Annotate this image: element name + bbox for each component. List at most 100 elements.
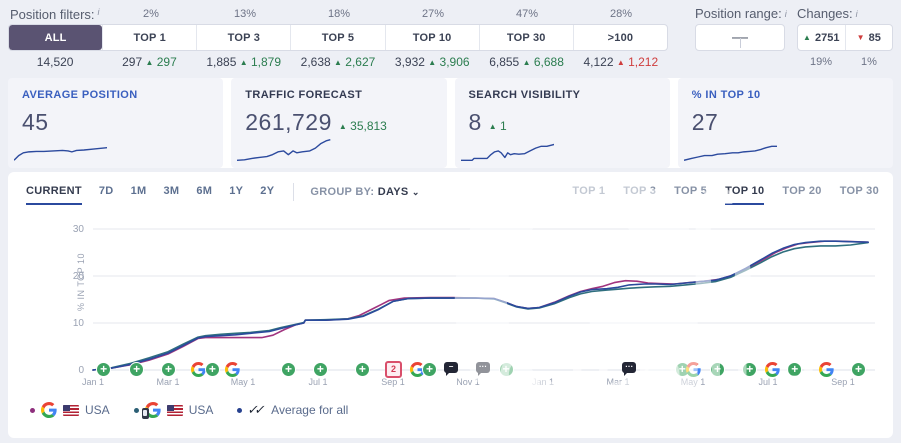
svg-text:Nov 1: Nov 1 xyxy=(456,377,480,387)
add-event-icon[interactable]: + xyxy=(499,362,514,377)
google-update-icon[interactable] xyxy=(191,362,206,377)
filter-count: 297 ▲ 297 xyxy=(102,55,196,69)
usa-flag-icon xyxy=(167,405,183,416)
filter-tab-100[interactable]: >100 xyxy=(573,25,667,50)
changes-percents: 19% 1% xyxy=(797,51,893,73)
google-update-icon[interactable] xyxy=(819,362,834,377)
filter-percent: 18% xyxy=(292,8,386,20)
legend-item-usa[interactable]: USA xyxy=(30,402,110,418)
position-range-input[interactable]: — xyxy=(695,24,785,51)
legend-dot xyxy=(134,408,139,413)
filter-tab-top30[interactable]: TOP 30 xyxy=(479,25,573,50)
group-by-dropdown[interactable]: GROUP BY: DAYS ⌄ xyxy=(310,186,419,204)
add-event-icon[interactable]: + xyxy=(313,362,328,377)
filter-tab-top10[interactable]: TOP 10 xyxy=(385,25,479,50)
position-filters-title: Position filters:i xyxy=(8,7,104,22)
group-by-label: GROUP BY: xyxy=(310,186,374,198)
filter-tab-top1[interactable]: TOP 1 xyxy=(102,25,196,50)
top-tab-top3[interactable]: TOP 3 xyxy=(623,185,656,205)
svg-text:Jan 1: Jan 1 xyxy=(82,377,104,387)
google-update-icon[interactable] xyxy=(686,362,701,377)
info-icon[interactable]: i xyxy=(98,7,100,17)
svg-text:May 1: May 1 xyxy=(231,377,256,387)
metric-cards-panel: AVERAGE POSITION45 TRAFFIC FORECAST 261,72… xyxy=(8,78,893,168)
add-event-icon[interactable]: + xyxy=(851,362,866,377)
top-tab-top20[interactable]: TOP 20 xyxy=(782,185,821,205)
metric-card-average-position[interactable]: AVERAGE POSITION45 xyxy=(8,78,223,168)
add-event-icon[interactable]: + xyxy=(96,362,111,377)
filter-percent: 28% xyxy=(574,8,668,20)
up-arrow-icon: ▲ xyxy=(803,33,811,42)
period-tab-current[interactable]: CURRENT xyxy=(26,185,82,205)
add-event-icon[interactable]: + xyxy=(205,362,220,377)
double-check-icon: ✓✓ xyxy=(247,402,264,418)
add-event-icon[interactable]: + xyxy=(742,362,757,377)
add-event-icon[interactable]: + xyxy=(787,362,802,377)
group-by-value: DAYS xyxy=(378,186,409,198)
top-tab-top5[interactable]: TOP 5 xyxy=(674,185,707,205)
metric-card--in-top-10[interactable]: % IN TOP 10 27 xyxy=(678,78,893,168)
card-value: 27 xyxy=(692,109,719,136)
down-arrow-icon: ▼ xyxy=(857,33,865,42)
chart-toolbar: CURRENT 7D 1M 3M 6M 1Y 2Y GROUP BY: DAYS ⌄ TOP… xyxy=(26,182,879,208)
period-tab-2y[interactable]: 2Y xyxy=(260,185,274,205)
series-line-usa-mobile xyxy=(93,243,868,370)
card-sparkline xyxy=(461,136,554,164)
metric-card-traffic-forecast[interactable]: TRAFFIC FORECAST261,729▲ 35,813 xyxy=(231,78,446,168)
svg-text:Mar 1: Mar 1 xyxy=(156,377,179,387)
card-title: % IN TOP 10 xyxy=(692,89,879,101)
legend-dot xyxy=(30,408,35,413)
series-line-average-for-all xyxy=(93,241,868,370)
period-tab-1y[interactable]: 1Y xyxy=(229,185,243,205)
changes-box: ▲ 2751 ▼ 85 xyxy=(797,24,893,51)
google-update-icon[interactable] xyxy=(765,362,780,377)
period-tab-6m[interactable]: 6M xyxy=(196,185,212,205)
legend-dot xyxy=(237,408,242,413)
series-line-usa-desktop xyxy=(93,241,868,370)
svg-text:Sep 1: Sep 1 xyxy=(381,377,405,387)
legend-item-usa[interactable]: USA xyxy=(134,402,214,418)
filter-tab-top5[interactable]: TOP 5 xyxy=(290,25,384,50)
add-event-icon[interactable]: + xyxy=(129,362,144,377)
card-delta: ▲ 1 xyxy=(489,119,507,133)
google-update-icon[interactable] xyxy=(225,362,240,377)
info-icon[interactable]: i xyxy=(785,9,787,19)
rank-tracker-dashboard: GWebGROUP Position filters:i2%13%18%27%4… xyxy=(0,0,901,443)
add-event-icon[interactable]: + xyxy=(710,362,725,377)
phone-icon xyxy=(142,408,149,419)
period-tab-3m[interactable]: 3M xyxy=(163,185,179,205)
filter-percent: 2% xyxy=(104,8,198,20)
card-title: TRAFFIC FORECAST xyxy=(245,89,432,101)
filter-count: 2,638 ▲ 2,627 xyxy=(291,55,385,69)
svg-text:Jan 1: Jan 1 xyxy=(532,377,554,387)
note-bubble-icon[interactable]: ··· xyxy=(476,362,490,373)
filter-tab-top3[interactable]: TOP 3 xyxy=(196,25,290,50)
svg-text:20: 20 xyxy=(73,271,85,282)
filter-tab-all[interactable]: ALL xyxy=(9,25,102,50)
add-event-icon[interactable]: + xyxy=(355,362,370,377)
note-bubble-icon[interactable]: ··· xyxy=(622,362,636,373)
svg-text:May 1: May 1 xyxy=(681,377,706,387)
chart-panel: CURRENT 7D 1M 3M 6M 1Y 2Y GROUP BY: DAYS ⌄ TOP… xyxy=(8,172,893,438)
filter-percent: 47% xyxy=(480,8,574,20)
metric-card-search-visibility[interactable]: SEARCH VISIBILITY8▲ 1 xyxy=(455,78,670,168)
changes-down-cell[interactable]: ▼ 85 xyxy=(845,25,893,50)
add-event-icon[interactable]: + xyxy=(422,362,437,377)
add-event-icon[interactable]: + xyxy=(281,362,296,377)
changes-up-cell[interactable]: ▲ 2751 xyxy=(798,25,845,50)
top-tab-top10[interactable]: TOP 10 xyxy=(725,185,764,205)
top-tab-top1[interactable]: TOP 1 xyxy=(572,185,605,205)
add-event-icon[interactable]: + xyxy=(161,362,176,377)
note-bubble-icon[interactable]: – xyxy=(444,362,458,373)
info-icon[interactable]: i xyxy=(856,9,858,19)
pages-note-icon[interactable]: 2 xyxy=(385,361,402,378)
legend-item-average-for-all[interactable]: ✓✓Average for all xyxy=(237,402,348,418)
legend-label: USA xyxy=(189,403,214,417)
period-tab-1m[interactable]: 1M xyxy=(131,185,147,205)
top-tab-top30[interactable]: TOP 30 xyxy=(840,185,879,205)
period-tab-7d[interactable]: 7D xyxy=(99,185,114,205)
card-value: 261,729 xyxy=(245,109,332,136)
changes-up-value: 2751 xyxy=(815,32,839,44)
google-icon xyxy=(41,402,57,418)
svg-text:Sep 1: Sep 1 xyxy=(831,377,855,387)
